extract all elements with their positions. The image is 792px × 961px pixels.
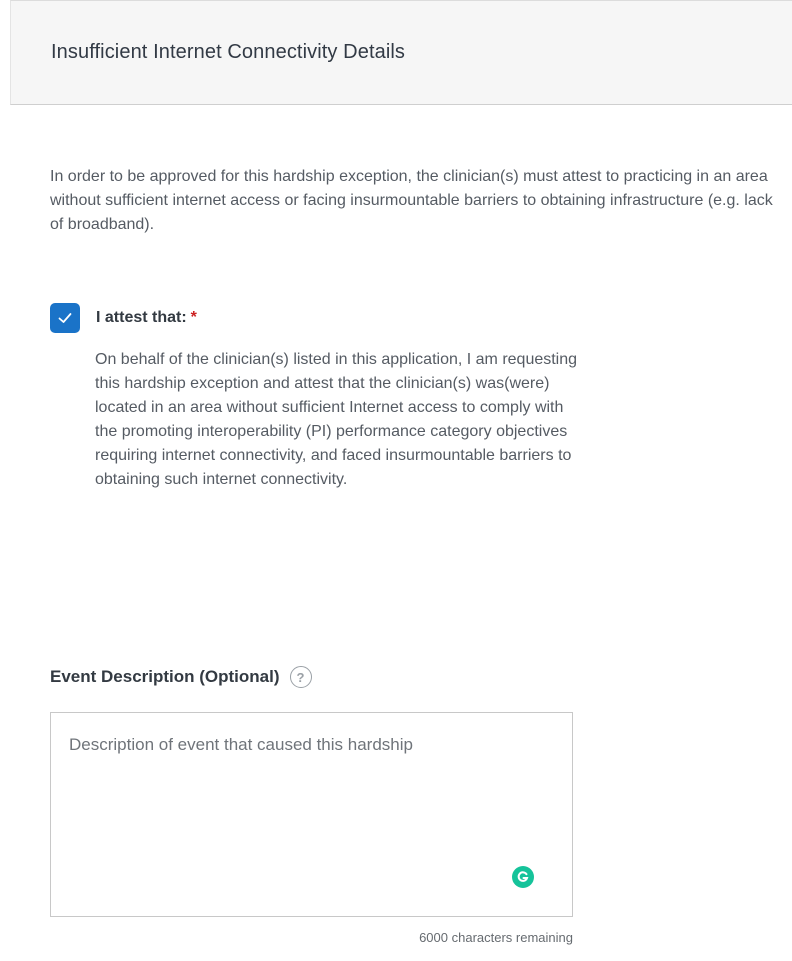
event-description-field-wrapper <box>50 712 573 917</box>
attest-label: I attest that: * <box>96 309 197 327</box>
attest-checkbox[interactable] <box>50 303 80 333</box>
event-description-label: Event Description (Optional) <box>50 667 280 686</box>
section-header: Insufficient Internet Connectivity Detai… <box>10 0 792 105</box>
attest-checkbox-row[interactable]: I attest that: * <box>50 303 197 333</box>
question-circle-icon[interactable]: ? <box>289 666 312 688</box>
intro-text: In order to be approved for this hardshi… <box>50 168 773 233</box>
hardship-form-page: Insufficient Internet Connectivity Detai… <box>0 0 792 961</box>
grammarly-icon[interactable] <box>512 866 534 888</box>
grammarly-g-icon <box>517 871 529 882</box>
event-description-label-row: Event Description (Optional) ? <box>50 664 312 690</box>
checkmark-icon <box>58 313 72 323</box>
characters-remaining: 6000 characters remaining <box>419 930 573 945</box>
section-title: Insufficient Internet Connectivity Detai… <box>51 41 406 63</box>
attest-label-text: I attest that: <box>96 309 187 326</box>
required-marker: * <box>190 309 197 326</box>
attestation-statement: On behalf of the clinician(s) listed in … <box>95 351 578 488</box>
event-description-textarea[interactable] <box>51 713 572 916</box>
